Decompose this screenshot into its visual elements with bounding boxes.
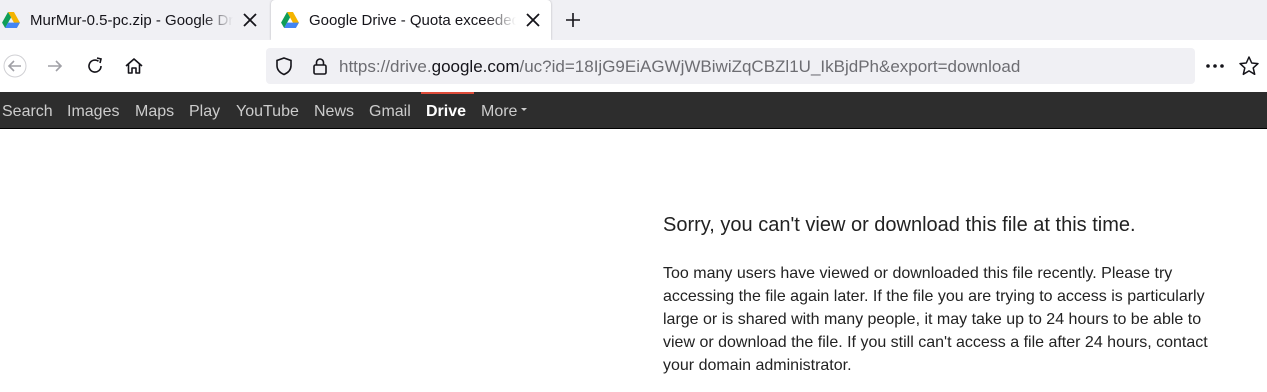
google-apps-bar: Search Images Maps Play YouTube News Gma… — [0, 92, 1267, 129]
gbar-link-youtube[interactable]: YouTube — [236, 103, 299, 121]
gbar-more-label: More — [481, 103, 518, 120]
tab-title: Google Drive - Quota exceeded — [309, 11, 516, 29]
gbar-link-gmail[interactable]: Gmail — [369, 103, 411, 121]
google-drive-icon — [281, 12, 299, 28]
url-prefix: https://drive. — [339, 57, 432, 76]
active-link-indicator — [421, 92, 474, 94]
gbar-link-news[interactable]: News — [314, 103, 354, 121]
tab-title: MurMur-0.5-pc.zip - Google Drive — [30, 11, 233, 29]
gbar-link-drive[interactable]: Drive — [426, 103, 466, 121]
gbar-link-maps[interactable]: Maps — [135, 103, 174, 121]
tab-strip: MurMur-0.5-pc.zip - Google Drive Google … — [0, 0, 1267, 40]
gbar-more-menu[interactable]: More — [481, 103, 528, 121]
url-text[interactable]: https://drive.google.com/uc?id=18IjG9EiA… — [339, 57, 1020, 77]
url-host: google.com — [431, 57, 520, 76]
error-description: Too many users have viewed or downloaded… — [663, 262, 1233, 377]
close-tab-icon[interactable] — [238, 8, 262, 32]
tab-murmur-zip[interactable]: MurMur-0.5-pc.zip - Google Drive — [0, 0, 268, 40]
url-path: /uc?id=18IjG9EiAGWjWBiwiZqCBZl1U_IkBjdPh… — [519, 57, 1021, 76]
page-actions-ellipsis-icon[interactable] — [1202, 53, 1228, 79]
error-description-line: Too many users have viewed or downloaded… — [663, 265, 1173, 282]
navigation-toolbar: https://drive.google.com/uc?id=18IjG9EiA… — [0, 40, 1267, 92]
caret-down-icon — [521, 108, 528, 112]
forward-arrow-icon[interactable] — [42, 53, 68, 79]
tab-quota-exceeded[interactable]: Google Drive - Quota exceeded — [271, 0, 551, 40]
address-bar[interactable]: https://drive.google.com/uc?id=18IjG9EiA… — [266, 48, 1195, 84]
error-description-line: accessing the file again later. If the f… — [663, 288, 1205, 305]
gbar-link-images[interactable]: Images — [67, 103, 119, 121]
error-description-line: view or download the file. If you still … — [663, 334, 1208, 351]
error-title: Sorry, you can't view or download this f… — [663, 214, 1136, 236]
reload-icon[interactable] — [82, 53, 108, 79]
bookmark-star-icon[interactable] — [1236, 53, 1262, 79]
gbar-link-search[interactable]: Search — [2, 103, 53, 121]
back-arrow-icon[interactable] — [2, 53, 28, 79]
lock-icon[interactable] — [310, 56, 330, 76]
tracking-protection-shield-icon[interactable] — [274, 56, 294, 76]
close-tab-icon[interactable] — [521, 8, 545, 32]
google-drive-icon — [2, 12, 20, 28]
gbar-link-play[interactable]: Play — [189, 103, 220, 121]
home-icon[interactable] — [121, 53, 147, 79]
error-description-line: large or is shared with many people, it … — [663, 311, 1202, 328]
error-description-line: your domain administrator. — [663, 357, 852, 374]
new-tab-plus-icon[interactable] — [561, 8, 585, 32]
